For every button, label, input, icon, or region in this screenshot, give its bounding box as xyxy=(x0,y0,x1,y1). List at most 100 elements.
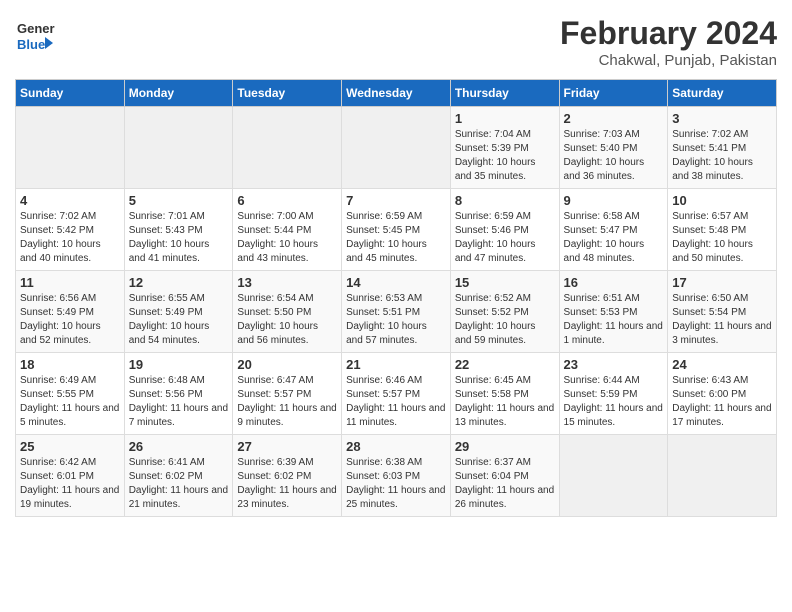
calendar-cell: 17 Sunrise: 6:50 AMSunset: 5:54 PMDayligh… xyxy=(668,271,777,353)
day-info: Sunrise: 7:04 AMSunset: 5:39 PMDaylight:… xyxy=(455,128,555,184)
header-day-tuesday: Tuesday xyxy=(233,80,342,107)
day-info: Sunrise: 6:42 AMSunset: 6:01 PMDaylight:… xyxy=(20,456,120,512)
day-info: Sunrise: 7:02 AMSunset: 5:41 PMDaylight:… xyxy=(672,128,772,184)
calendar-week-row: 18Sunrise: 6:49 AMSunset: 5:55 PMDayligh… xyxy=(16,353,777,435)
calendar-cell: 11 Sunrise: 6:56 AMSunset: 5:49 PMDayligh… xyxy=(16,271,125,353)
calendar-cell: 25Sunrise: 6:42 AMSunset: 6:01 PMDayligh… xyxy=(16,435,125,517)
day-info: Sunrise: 6:39 AMSunset: 6:02 PMDaylight:… xyxy=(237,456,337,512)
day-info: Sunrise: 6:57 AMSunset: 5:48 PMDaylight:… xyxy=(672,210,772,266)
calendar-cell: 28 Sunrise: 6:38 AMSunset: 6:03 PMDayligh… xyxy=(342,435,451,517)
calendar-week-row: 11 Sunrise: 6:56 AMSunset: 5:49 PMDayligh… xyxy=(16,271,777,353)
calendar-cell: 21 Sunrise: 6:46 AMSunset: 5:57 PMDayligh… xyxy=(342,353,451,435)
day-info: Sunrise: 7:03 AMSunset: 5:40 PMDaylight:… xyxy=(564,128,664,184)
calendar-cell: 10 Sunrise: 6:57 AMSunset: 5:48 PMDayligh… xyxy=(668,189,777,271)
day-number: 19 xyxy=(129,357,229,372)
day-info: Sunrise: 6:54 AMSunset: 5:50 PMDaylight:… xyxy=(237,292,337,348)
calendar-cell xyxy=(124,107,233,189)
header-day-sunday: Sunday xyxy=(16,80,125,107)
day-number: 6 xyxy=(237,193,337,208)
day-number: 22 xyxy=(455,357,555,372)
day-number: 12 xyxy=(129,275,229,290)
day-info: Sunrise: 6:59 AMSunset: 5:46 PMDaylight:… xyxy=(455,210,555,266)
calendar-week-row: 4 Sunrise: 7:02 AMSunset: 5:42 PMDaylight… xyxy=(16,189,777,271)
day-info: Sunrise: 7:02 AMSunset: 5:42 PMDaylight:… xyxy=(20,210,120,266)
day-number: 20 xyxy=(237,357,337,372)
day-number: 21 xyxy=(346,357,446,372)
main-title: February 2024 xyxy=(560,15,777,52)
day-number: 5 xyxy=(129,193,229,208)
calendar-cell: 27 Sunrise: 6:39 AMSunset: 6:02 PMDayligh… xyxy=(233,435,342,517)
calendar-cell: 2Sunrise: 7:03 AMSunset: 5:40 PMDaylight… xyxy=(559,107,668,189)
calendar-cell: 16 Sunrise: 6:51 AMSunset: 5:53 PMDayligh… xyxy=(559,271,668,353)
title-section: February 2024 Chakwal, Punjab, Pakistan xyxy=(560,15,777,69)
svg-text:Blue: Blue xyxy=(17,37,45,52)
header-day-wednesday: Wednesday xyxy=(342,80,451,107)
day-info: Sunrise: 6:38 AMSunset: 6:03 PMDaylight:… xyxy=(346,456,446,512)
day-number: 11 xyxy=(20,275,120,290)
day-number: 18 xyxy=(20,357,120,372)
calendar-table: SundayMondayTuesdayWednesdayThursdayFrid… xyxy=(15,79,777,517)
calendar-cell: 23Sunrise: 6:44 AMSunset: 5:59 PMDayligh… xyxy=(559,353,668,435)
header-day-thursday: Thursday xyxy=(450,80,559,107)
day-number: 8 xyxy=(455,193,555,208)
day-number: 16 xyxy=(564,275,664,290)
day-info: Sunrise: 6:43 AMSunset: 6:00 PMDaylight:… xyxy=(672,374,772,430)
calendar-cell xyxy=(559,435,668,517)
calendar-cell xyxy=(233,107,342,189)
day-number: 3 xyxy=(672,111,772,126)
calendar-header-row: SundayMondayTuesdayWednesdayThursdayFrid… xyxy=(16,80,777,107)
day-info: Sunrise: 6:51 AMSunset: 5:53 PMDaylight:… xyxy=(564,292,664,348)
day-info: Sunrise: 6:59 AMSunset: 5:45 PMDaylight:… xyxy=(346,210,446,266)
calendar-week-row: 1 Sunrise: 7:04 AMSunset: 5:39 PMDaylight… xyxy=(16,107,777,189)
day-number: 1 xyxy=(455,111,555,126)
calendar-cell: 12 Sunrise: 6:55 AMSunset: 5:49 PMDayligh… xyxy=(124,271,233,353)
calendar-cell: 5 Sunrise: 7:01 AMSunset: 5:43 PMDaylight… xyxy=(124,189,233,271)
calendar-cell: 15 Sunrise: 6:52 AMSunset: 5:52 PMDayligh… xyxy=(450,271,559,353)
day-info: Sunrise: 6:41 AMSunset: 6:02 PMDaylight:… xyxy=(129,456,229,512)
day-info: Sunrise: 6:55 AMSunset: 5:49 PMDaylight:… xyxy=(129,292,229,348)
calendar-cell xyxy=(16,107,125,189)
day-number: 7 xyxy=(346,193,446,208)
calendar-cell: 18Sunrise: 6:49 AMSunset: 5:55 PMDayligh… xyxy=(16,353,125,435)
day-info: Sunrise: 6:46 AMSunset: 5:57 PMDaylight:… xyxy=(346,374,446,430)
header-day-friday: Friday xyxy=(559,80,668,107)
calendar-cell: 24Sunrise: 6:43 AMSunset: 6:00 PMDayligh… xyxy=(668,353,777,435)
day-number: 27 xyxy=(237,439,337,454)
svg-text:General: General xyxy=(17,21,55,36)
calendar-cell: 29 Sunrise: 6:37 AMSunset: 6:04 PMDayligh… xyxy=(450,435,559,517)
day-info: Sunrise: 6:52 AMSunset: 5:52 PMDaylight:… xyxy=(455,292,555,348)
day-number: 10 xyxy=(672,193,772,208)
calendar-cell: 8 Sunrise: 6:59 AMSunset: 5:46 PMDaylight… xyxy=(450,189,559,271)
day-info: Sunrise: 6:50 AMSunset: 5:54 PMDaylight:… xyxy=(672,292,772,348)
day-number: 29 xyxy=(455,439,555,454)
day-info: Sunrise: 6:37 AMSunset: 6:04 PMDaylight:… xyxy=(455,456,555,512)
day-info: Sunrise: 6:44 AMSunset: 5:59 PMDaylight:… xyxy=(564,374,664,430)
calendar-cell: 20 Sunrise: 6:47 AMSunset: 5:57 PMDayligh… xyxy=(233,353,342,435)
header-day-saturday: Saturday xyxy=(668,80,777,107)
calendar-cell: 4 Sunrise: 7:02 AMSunset: 5:42 PMDaylight… xyxy=(16,189,125,271)
subtitle: Chakwal, Punjab, Pakistan xyxy=(560,52,777,69)
calendar-cell: 6Sunrise: 7:00 AMSunset: 5:44 PMDaylight… xyxy=(233,189,342,271)
day-info: Sunrise: 7:01 AMSunset: 5:43 PMDaylight:… xyxy=(129,210,229,266)
calendar-week-row: 25Sunrise: 6:42 AMSunset: 6:01 PMDayligh… xyxy=(16,435,777,517)
day-number: 4 xyxy=(20,193,120,208)
header-day-monday: Monday xyxy=(124,80,233,107)
day-number: 13 xyxy=(237,275,337,290)
day-number: 9 xyxy=(564,193,664,208)
calendar-cell: 22Sunrise: 6:45 AMSunset: 5:58 PMDayligh… xyxy=(450,353,559,435)
calendar-cell: 9 Sunrise: 6:58 AMSunset: 5:47 PMDaylight… xyxy=(559,189,668,271)
day-info: Sunrise: 6:47 AMSunset: 5:57 PMDaylight:… xyxy=(237,374,337,430)
day-info: Sunrise: 6:53 AMSunset: 5:51 PMDaylight:… xyxy=(346,292,446,348)
day-number: 28 xyxy=(346,439,446,454)
day-number: 15 xyxy=(455,275,555,290)
day-info: Sunrise: 6:56 AMSunset: 5:49 PMDaylight:… xyxy=(20,292,120,348)
calendar-cell: 3 Sunrise: 7:02 AMSunset: 5:41 PMDaylight… xyxy=(668,107,777,189)
calendar-cell: 26 Sunrise: 6:41 AMSunset: 6:02 PMDayligh… xyxy=(124,435,233,517)
day-number: 26 xyxy=(129,439,229,454)
day-number: 17 xyxy=(672,275,772,290)
day-info: Sunrise: 6:58 AMSunset: 5:47 PMDaylight:… xyxy=(564,210,664,266)
logo: General Blue xyxy=(15,15,55,55)
header: General Blue February 2024 Chakwal, Punj… xyxy=(15,15,777,69)
calendar-cell: 7 Sunrise: 6:59 AMSunset: 5:45 PMDaylight… xyxy=(342,189,451,271)
calendar-cell: 1 Sunrise: 7:04 AMSunset: 5:39 PMDaylight… xyxy=(450,107,559,189)
